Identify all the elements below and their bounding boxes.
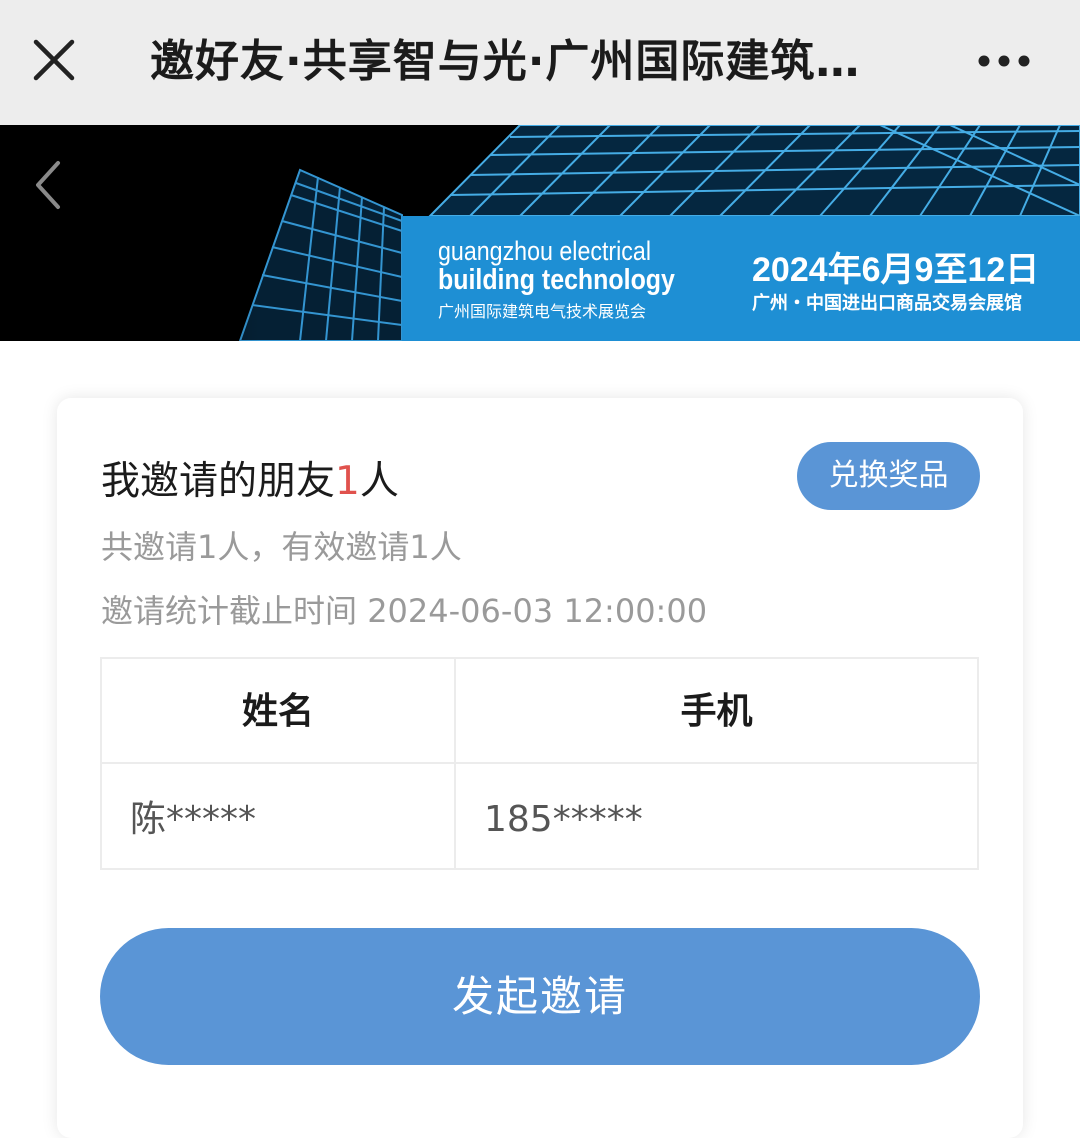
- invite-count: 1: [335, 459, 360, 504]
- banner-date: 2024年6月9至12日: [752, 251, 1040, 289]
- invited-friends-table: 姓名 手机 陈***** 185*****: [100, 657, 979, 870]
- invite-card: 我邀请的朋友1人 兑换奖品 共邀请1人，有效邀请1人 邀请统计截止时间 2024…: [57, 398, 1023, 1138]
- title-prefix: 我邀请的朋友: [101, 459, 336, 504]
- invite-summary: 共邀请1人，有效邀请1人: [101, 528, 462, 566]
- banner-venue: 广州・中国进出口商品交易会展馆: [752, 293, 1022, 314]
- banner-title-cn: 广州国际建筑电气技术展览会: [438, 302, 647, 321]
- column-header-name: 姓名: [241, 691, 314, 732]
- close-icon[interactable]: [24, 30, 84, 90]
- title-suffix: 人: [359, 459, 399, 504]
- banner-title-en-line1: guangzhou electrical: [438, 236, 651, 266]
- deadline-value: 2024-06-03 12:00:00: [367, 592, 708, 630]
- banner-info-panel: guangzhou electrical building technology…: [402, 216, 1080, 341]
- redeem-prize-button[interactable]: 兑换奖品: [797, 442, 980, 510]
- table-row: 陈***** 185*****: [102, 764, 977, 868]
- top-navbar: 邀好友·共享智与光·广州国际建筑…: [0, 0, 1080, 125]
- banner-title-en-line2: building technology: [438, 264, 675, 296]
- exhibition-banner[interactable]: guangzhou electrical building technology…: [0, 125, 1080, 341]
- invited-friends-title: 我邀请的朋友1人: [101, 450, 399, 506]
- column-header-phone: 手机: [680, 691, 753, 732]
- column-divider: [454, 659, 456, 868]
- table-header-row: 姓名 手机: [102, 659, 977, 764]
- chevron-left-icon[interactable]: [26, 155, 70, 215]
- invite-deadline: 邀请统计截止时间 2024-06-03 12:00:00: [101, 586, 707, 632]
- page-title: 邀好友·共享智与光·广州国际建筑…: [150, 36, 861, 87]
- friend-phone-cell: 185*****: [484, 799, 643, 840]
- send-invite-button[interactable]: 发起邀请: [100, 928, 980, 1065]
- deadline-label: 邀请统计截止时间: [101, 592, 358, 630]
- friend-name-cell: 陈*****: [130, 799, 257, 840]
- more-icon[interactable]: [972, 38, 1036, 84]
